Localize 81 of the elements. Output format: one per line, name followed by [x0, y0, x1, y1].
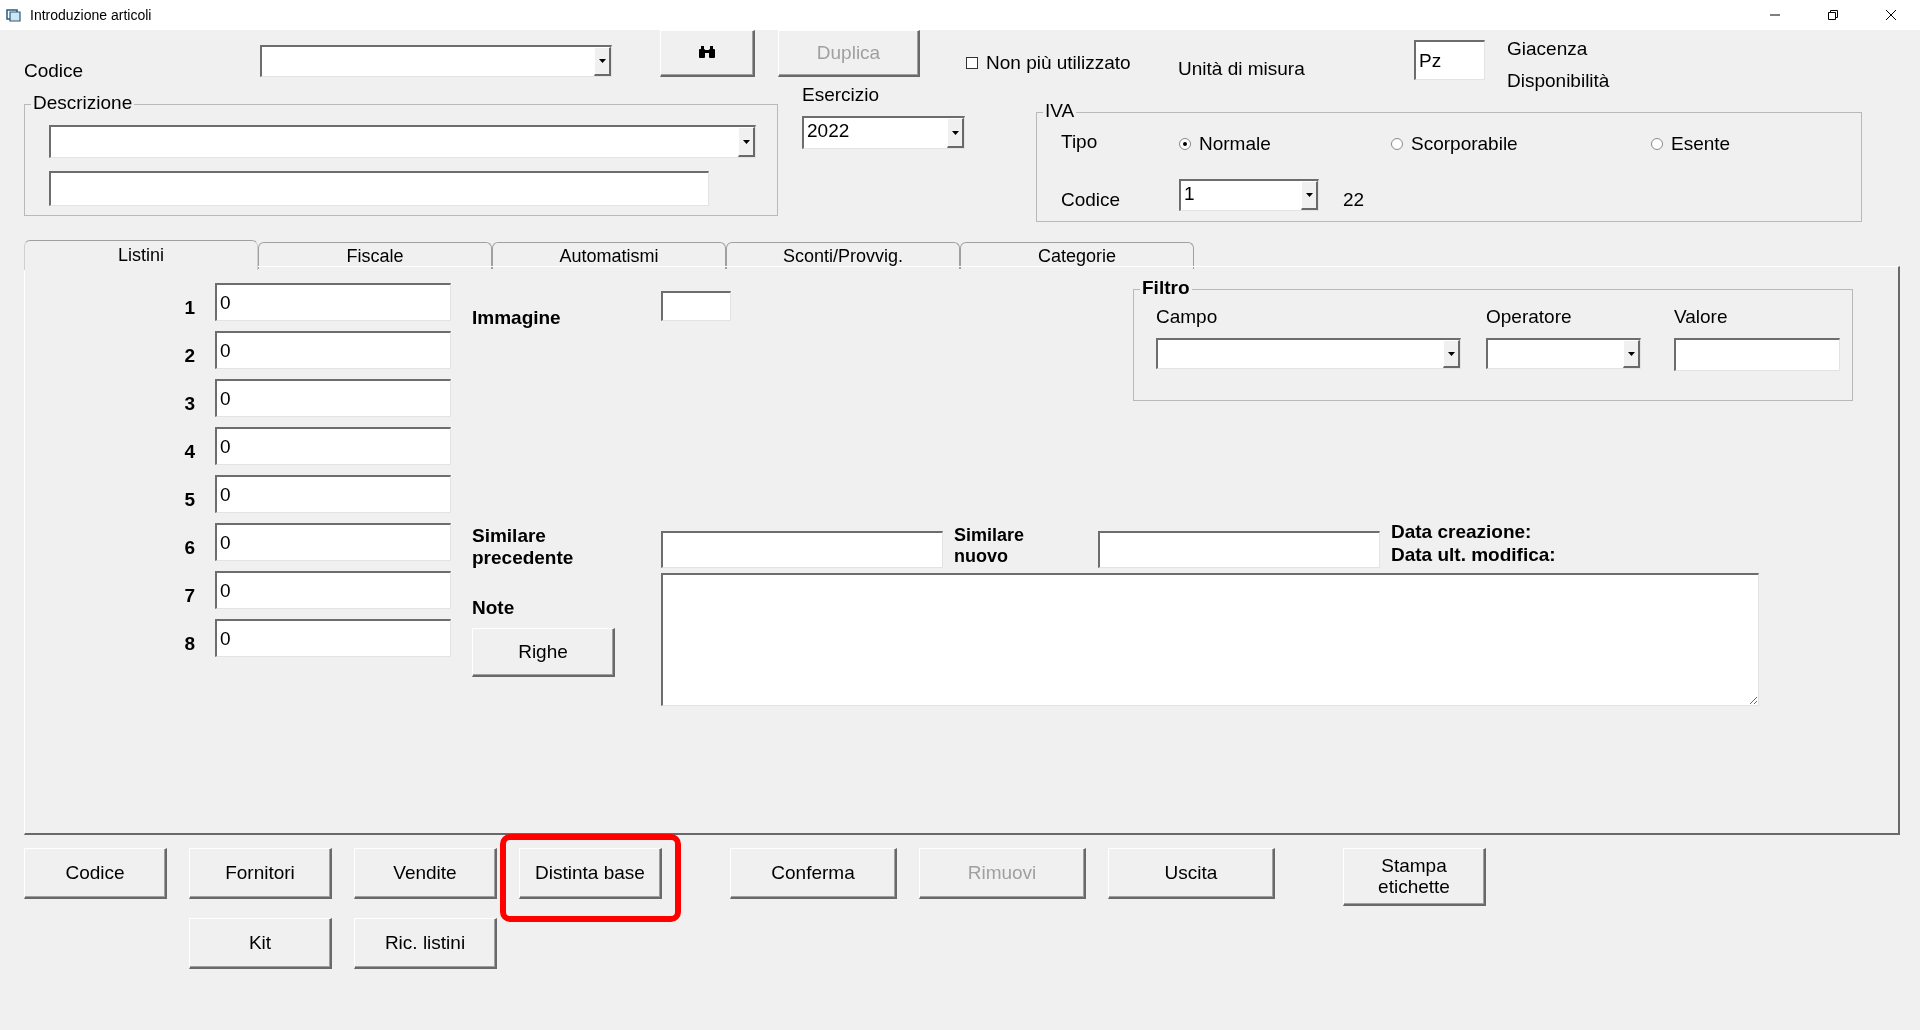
- row-number: 8: [183, 633, 195, 656]
- field-label: Immagine: [472, 307, 561, 329]
- button[interactable]: Codice: [24, 848, 167, 899]
- row-number: 2: [183, 345, 195, 368]
- row-number: 1: [183, 297, 195, 320]
- checkbox-label: Non più utilizzato: [986, 52, 1131, 74]
- restore-icon: [1827, 9, 1839, 21]
- vat-rate: 22: [1343, 189, 1365, 211]
- description-combo[interactable]: [49, 125, 756, 158]
- radio-button[interactable]: [1651, 138, 1663, 150]
- field-label: Note: [472, 597, 515, 619]
- button[interactable]: Ric. listini: [354, 918, 497, 969]
- radio-label: Esente: [1671, 133, 1731, 155]
- dropdown-arrow-icon: [598, 59, 606, 63]
- radio-button[interactable]: [1179, 138, 1191, 150]
- button[interactable]: Fornitori: [189, 848, 332, 899]
- row-number: 7: [183, 585, 195, 608]
- value-field[interactable]: [1674, 338, 1840, 371]
- field-label: Similare nuovo: [954, 525, 1026, 567]
- close-icon: [1885, 9, 1897, 21]
- binoculars-icon: [698, 44, 716, 59]
- field-label: Esercizio: [802, 84, 880, 106]
- field-label: Giacenza: [1507, 38, 1588, 60]
- window-title: Introduzione articoli: [30, 7, 152, 23]
- row-number: 3: [183, 393, 195, 416]
- price-field[interactable]: 0: [215, 379, 451, 417]
- similar-field[interactable]: [661, 531, 943, 568]
- row-number: 6: [183, 537, 195, 560]
- tab[interactable]: Listini: [24, 240, 258, 270]
- price-field[interactable]: 0: [215, 331, 451, 369]
- radio-button[interactable]: [1391, 138, 1403, 150]
- button[interactable]: Conferma: [730, 848, 897, 899]
- dropdown-arrow-icon: [1627, 351, 1635, 356]
- button[interactable]: Kit: [189, 918, 332, 969]
- field-label: Codice: [24, 60, 84, 82]
- tab[interactable]: Sconti/Provvig.: [726, 242, 960, 269]
- price-field[interactable]: 0: [215, 619, 451, 657]
- button[interactable]: Stampa etichette: [1343, 848, 1486, 906]
- codice-combo[interactable]: [260, 45, 612, 77]
- tab[interactable]: Fiscale: [258, 242, 492, 269]
- search-button[interactable]: [660, 30, 755, 77]
- field-label: Operatore: [1486, 306, 1572, 328]
- unit-field[interactable]: Pz: [1414, 40, 1485, 80]
- field-label: Data creazione:: [1391, 521, 1532, 543]
- field-label: Tipo: [1061, 131, 1098, 153]
- year-combo[interactable]: 2022: [802, 116, 965, 149]
- row-number: 4: [183, 441, 195, 464]
- dropdown-arrow-icon: [1305, 193, 1313, 197]
- row-number: 5: [183, 489, 195, 512]
- price-field[interactable]: 0: [215, 427, 451, 465]
- price-field[interactable]: 0: [215, 475, 451, 513]
- dropdown-arrow-icon: [951, 130, 959, 135]
- notes-field[interactable]: [661, 573, 1759, 706]
- field-label: Disponibilità: [1507, 70, 1610, 92]
- vat-code-combo[interactable]: 1: [1179, 179, 1319, 211]
- price-field[interactable]: 0: [215, 571, 451, 609]
- price-field[interactable]: 0: [215, 283, 451, 321]
- image-field[interactable]: [661, 291, 731, 321]
- app-icon: [6, 8, 22, 22]
- tab[interactable]: Categorie: [960, 242, 1194, 269]
- dropdown-arrow-icon: [1447, 351, 1455, 356]
- radio-label: Scorporabile: [1411, 133, 1518, 155]
- radio-label: Normale: [1199, 133, 1271, 155]
- field-combo[interactable]: [1156, 338, 1461, 369]
- similar-field[interactable]: [1098, 531, 1380, 568]
- dropdown-arrow-icon: [742, 139, 750, 144]
- button[interactable]: Uscita: [1108, 848, 1275, 899]
- checkbox[interactable]: [966, 57, 978, 69]
- field-label: Data ult. modifica:: [1391, 544, 1556, 566]
- description-field[interactable]: [49, 171, 709, 206]
- field-label: Campo: [1156, 306, 1218, 328]
- field-label: Unità di misura: [1178, 58, 1305, 80]
- field-label: Codice: [1061, 189, 1121, 211]
- button[interactable]: Vendite: [354, 848, 497, 899]
- field-label: Similare precedente: [472, 525, 575, 569]
- tab[interactable]: Automatismi: [492, 242, 726, 269]
- operator-combo[interactable]: [1486, 338, 1641, 369]
- price-field[interactable]: 0: [215, 523, 451, 561]
- button[interactable]: Righe: [472, 628, 615, 677]
- button[interactable]: Distinta base: [519, 848, 662, 899]
- field-label: Valore: [1674, 306, 1728, 328]
